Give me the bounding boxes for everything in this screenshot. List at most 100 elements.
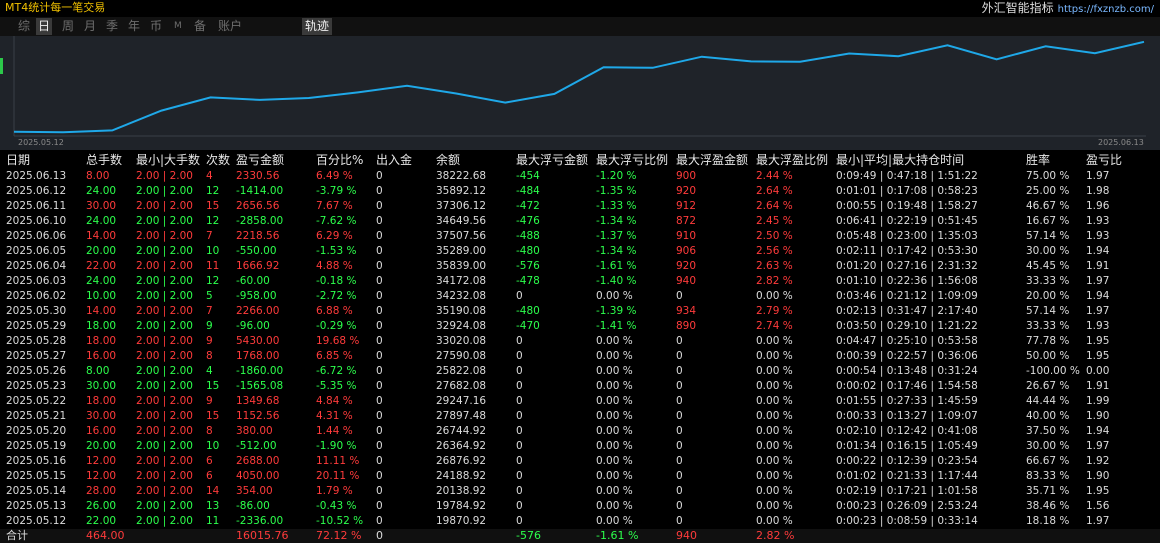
col-header-max-float-profit[interactable]: 最大浮盈金额 [676,152,748,169]
col-header-max-float-loss-pct[interactable]: 最大浮亏比例 [596,152,668,169]
col-header-win-rate[interactable]: 胜率 [1026,152,1050,169]
cell-profit-ratio: 1.90 [1086,410,1110,422]
cell-max-float-loss-pct: -1.34 % [596,215,637,227]
col-header-max-float-loss[interactable]: 最大浮亏金额 [516,152,588,169]
col-header-date[interactable]: 日期 [6,152,30,169]
cell-date: 2025.05.21 [6,410,67,422]
col-header-deposit[interactable]: 出入金 [376,152,412,169]
tab-account[interactable]: 账户 [216,18,244,35]
table-row[interactable]: 2025.06.12 24.00 2.00 | 2.00 12 -1414.00 -3.7… [0,184,1160,199]
table-row[interactable]: 2025.06.04 22.00 2.00 | 2.00 11 1666.92 4.88 … [0,259,1160,274]
cell-percent: -7.62 % [316,215,357,227]
cell-profit-ratio: 1.95 [1086,350,1110,362]
table-row[interactable]: 2025.06.03 24.00 2.00 | 2.00 12 -60.00 -0.18 … [0,274,1160,289]
table-row[interactable]: 2025.05.21 30.00 2.00 | 2.00 15 1152.56 4.31 … [0,409,1160,424]
brand-url-link[interactable]: https://fxznzb.com/ [1058,4,1154,15]
tab-week[interactable]: 周 [60,18,76,35]
cell-min-max-lots: 2.00 | 2.00 [136,500,193,512]
col-header-hold-time[interactable]: 最小|平均|最大持仓时间 [836,152,964,169]
table-row[interactable]: 2025.05.29 18.00 2.00 | 2.00 9 -96.00 -0.29 %… [0,319,1160,334]
cell-max-float-profit: 0 [676,515,683,527]
table-row[interactable]: 2025.06.13 8.00 2.00 | 2.00 4 2330.56 6.49 % 0… [0,169,1160,184]
cell-date: 2025.05.27 [6,350,67,362]
cell-date: 2025.05.19 [6,440,67,452]
cell-max-float-profit-pct: 2.45 % [756,215,793,227]
cell-balance: 34172.08 [436,275,487,287]
cell-hold-time: 0:00:23 | 0:26:09 | 2:53:24 [836,500,978,512]
cell-hold-time: 0:01:01 | 0:17:08 | 0:58:23 [836,185,978,197]
cell-date: 2025.05.26 [6,365,67,377]
tab-m[interactable]: M [172,18,184,35]
table-row[interactable]: 2025.05.12 22.00 2.00 | 2.00 11 -2336.00 -10.… [0,514,1160,529]
col-header-percent[interactable]: 百分比% [316,152,363,169]
tab-note[interactable]: 备 [192,18,208,35]
cell-profit-ratio: 1.91 [1086,380,1110,392]
cell-profit-ratio: 1.93 [1086,215,1110,227]
cell-percent: 7.67 % [316,200,353,212]
table-row[interactable]: 2025.06.02 10.00 2.00 | 2.00 5 -958.00 -2.72 … [0,289,1160,304]
table-row[interactable]: 2025.05.13 26.00 2.00 | 2.00 13 -86.00 -0.43 … [0,499,1160,514]
cell-balance: 35839.00 [436,260,487,272]
col-header-pnl[interactable]: 盈亏金额 [236,152,284,169]
chart-marker [0,58,3,74]
trace-button[interactable]: 轨迹 [302,18,333,35]
cell-max-float-loss-pct: 0.00 % [596,425,633,437]
cell-count: 11 [206,260,220,272]
cell-pnl: -1860.00 [236,365,284,377]
tab-summary[interactable]: 综 [16,18,32,35]
cell-deposit: 0 [376,185,383,197]
cell-max-float-loss-pct: 0.00 % [596,395,633,407]
col-header-min-max-lots[interactable]: 最小|大手数 [136,152,200,169]
table-row[interactable]: 2025.05.19 20.00 2.00 | 2.00 10 -512.00 -1.90… [0,439,1160,454]
cell-count: 15 [206,380,220,392]
table-row[interactable]: 2025.05.15 12.00 2.00 | 2.00 6 4050.00 20.11 … [0,469,1160,484]
cell-pnl: -1414.00 [236,185,284,197]
tab-month[interactable]: 月 [82,18,98,35]
cell-count: 15 [206,200,220,212]
cell-count: 8 [206,425,213,437]
cell-balance: 25822.08 [436,365,487,377]
tab-currency[interactable]: 币 [148,18,164,35]
balance-chart: 2025.05.12 2025.06.13 [0,36,1160,150]
table-row[interactable]: 2025.06.05 20.00 2.00 | 2.00 10 -550.00 -1.53… [0,244,1160,259]
col-header-count[interactable]: 次数 [206,152,230,169]
cell-percent: -1.53 % [316,245,357,257]
tab-quarter[interactable]: 季 [104,18,120,35]
cell-count: 12 [206,185,220,197]
cell-count: 12 [206,275,220,287]
cell-pnl: 1152.56 [236,410,280,422]
tab-day[interactable]: 日 [36,18,53,35]
table-row[interactable]: 2025.06.10 24.00 2.00 | 2.00 12 -2858.00 -7.6… [0,214,1160,229]
cell-pnl: -1565.08 [236,380,284,392]
balance-series-line [13,40,1145,134]
cell-win-rate: 30.00 % [1026,245,1070,257]
col-header-profit-ratio[interactable]: 盈亏比 [1086,152,1122,169]
table-row[interactable]: 2025.05.26 8.00 2.00 | 2.00 4 -1860.00 -6.72 … [0,364,1160,379]
tab-year[interactable]: 年 [126,18,142,35]
col-header-balance[interactable]: 余额 [436,152,460,169]
cell-max-float-profit-pct: 2.64 % [756,185,793,197]
cell-count: 6 [206,470,213,482]
table-row[interactable]: 2025.05.27 16.00 2.00 | 2.00 8 1768.00 6.85 %… [0,349,1160,364]
table-row[interactable]: 2025.05.28 18.00 2.00 | 2.00 9 5430.00 19.68 … [0,334,1160,349]
cell-date: 2025.06.04 [6,260,67,272]
table-row[interactable]: 2025.06.11 30.00 2.00 | 2.00 15 2656.56 7.67 … [0,199,1160,214]
col-header-max-float-profit-pct[interactable]: 最大浮盈比例 [756,152,828,169]
table-row[interactable]: 2025.05.16 12.00 2.00 | 2.00 6 2688.00 11.11 … [0,454,1160,469]
cell-max-float-profit-pct: 0.00 % [756,335,793,347]
cell-deposit: 0 [376,290,383,302]
cell-hold-time: 0:05:48 | 0:23:00 | 1:35:03 [836,230,978,242]
table-row[interactable]: 2025.05.20 16.00 2.00 | 2.00 8 380.00 1.44 % 0… [0,424,1160,439]
table-row[interactable]: 2025.06.06 14.00 2.00 | 2.00 7 2218.56 6.29 %… [0,229,1160,244]
cell-win-rate: 35.71 % [1026,485,1070,497]
cell-win-rate: 37.50 % [1026,425,1070,437]
col-header-total-lots[interactable]: 总手数 [86,152,122,169]
cell-date: 2025.05.30 [6,305,67,317]
cell-max-float-loss-pct: 0.00 % [596,440,633,452]
cell-max-float-profit: 0 [676,380,683,392]
table-row[interactable]: 2025.05.14 28.00 2.00 | 2.00 14 354.00 1.79 %… [0,484,1160,499]
table-row[interactable]: 2025.05.23 30.00 2.00 | 2.00 15 -1565.08 -5.3… [0,379,1160,394]
table-row[interactable]: 2025.05.30 14.00 2.00 | 2.00 7 2266.00 6.88 %… [0,304,1160,319]
cell-max-float-profit-pct: 0.00 % [756,410,793,422]
table-row[interactable]: 2025.05.22 18.00 2.00 | 2.00 9 1349.68 4.84 %… [0,394,1160,409]
